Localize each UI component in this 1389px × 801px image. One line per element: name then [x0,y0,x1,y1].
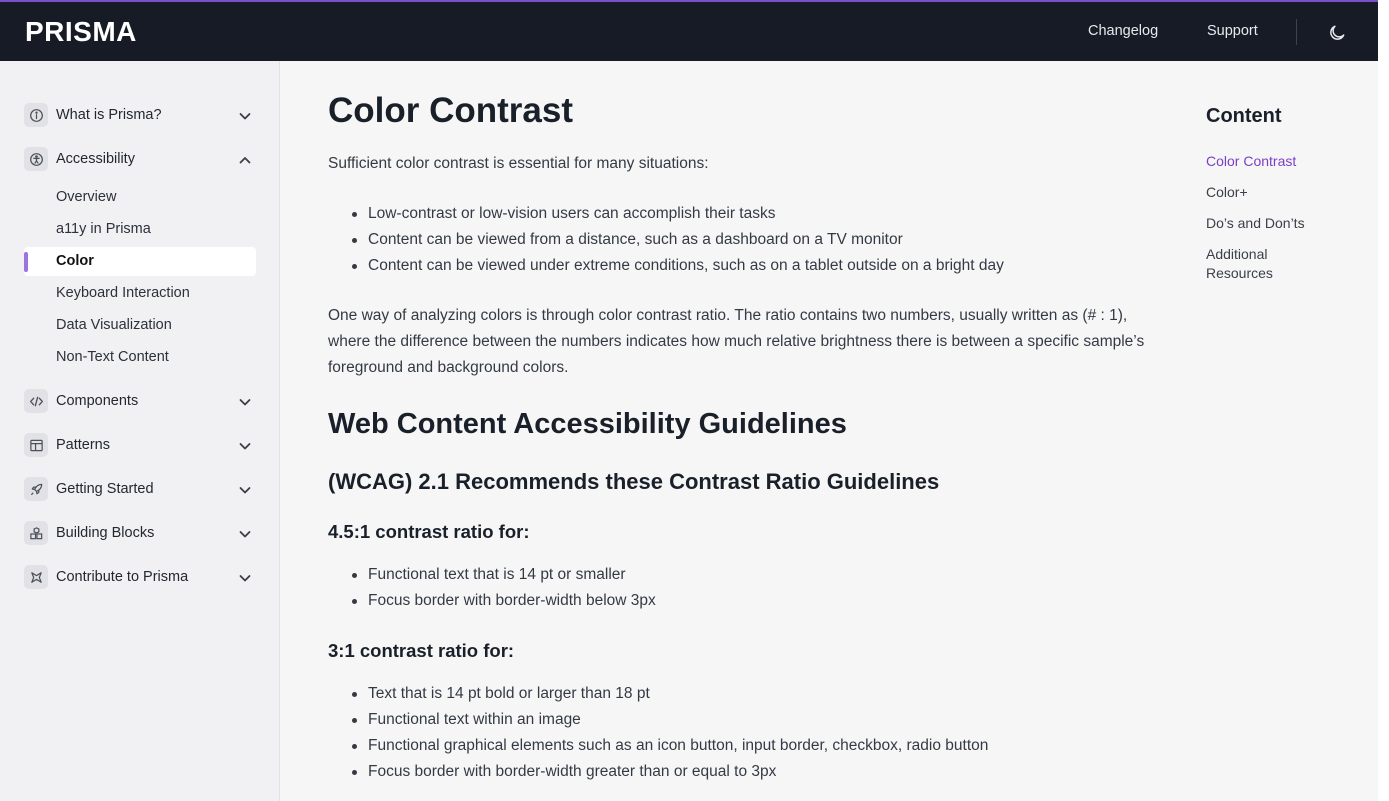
chevron-down-icon [239,575,251,582]
list-item: Content can be viewed from a distance, s… [348,227,1004,253]
list-item: Low-contrast or low-vision users can acc… [348,201,1004,227]
sidebar-item-overview[interactable]: Overview [24,183,256,212]
sidebar-group-accessibility[interactable]: Accessibility [24,143,256,175]
chevron-up-icon [239,157,251,164]
sidebar-item-keyboard-interaction[interactable]: Keyboard Interaction [24,279,256,308]
rocket-icon [24,477,48,501]
chevron-down-icon [239,399,251,406]
sidebar-item-label: Overview [56,189,117,205]
sidebar-group-label: Components [56,393,139,409]
sidebar-item-label: Non-Text Content [56,349,169,365]
window-edge [1378,0,1389,801]
top-navigation-bar: PRISMA Changelog Support [0,2,1378,61]
main-content: Color Contrast Sufficient color contrast… [280,61,1180,801]
list-item: Content can be viewed under extreme cond… [348,253,1004,279]
list-item: Functional graphical elements such as an… [348,733,988,759]
support-link[interactable]: Support [1207,23,1258,39]
sidebar-item-non-text-content[interactable]: Non-Text Content [24,343,256,372]
ratio-3-heading: 3:1 contrast ratio for: [328,640,515,661]
sidebar-navigation: What is Prisma? Accessibility Overview a… [0,61,280,801]
chevron-down-icon [239,113,251,120]
sidebar-group-label: Accessibility [56,151,135,167]
list-item: Functional text within an image [348,707,988,733]
list-item: Focus border with border-width below 3px [348,588,656,614]
layout-icon [24,433,48,457]
sidebar-item-data-visualization[interactable]: Data Visualization [24,311,256,340]
list-item: Text that is 14 pt bold or larger than 1… [348,681,988,707]
ratio-45-list: Functional text that is 14 pt or smaller… [348,562,656,614]
ratio-45-heading: 4.5:1 contrast ratio for: [328,521,530,542]
chevron-down-icon [239,531,251,538]
toc-title: Content [1206,105,1282,127]
sidebar-group-label: Patterns [56,437,110,453]
code-icon [24,389,48,413]
sidebar-group-getting-started[interactable]: Getting Started [24,473,256,505]
sidebar-group-building-blocks[interactable]: Building Blocks [24,517,256,549]
app-window: PRISMA Changelog Support What is Prisma?… [0,0,1378,801]
list-item: Focus border with border-width greater t… [348,759,988,785]
list-item: Functional text that is 14 pt or smaller [348,562,656,588]
header-divider [1296,19,1297,45]
contribute-icon [24,565,48,589]
ratio-3-list: Text that is 14 pt bold or larger than 1… [348,681,988,785]
accessibility-icon [24,147,48,171]
sidebar-group-what-is-prisma[interactable]: What is Prisma? [24,99,256,131]
sidebar-group-label: What is Prisma? [56,107,162,123]
situations-list: Low-contrast or low-vision users can acc… [348,201,1004,279]
blocks-icon [24,521,48,545]
toc-link-dos-and-donts[interactable]: Do’s and Don’ts [1206,214,1356,233]
sidebar-item-color[interactable]: Color [24,247,256,276]
page-title: Color Contrast [328,91,573,130]
chevron-down-icon [239,487,251,494]
sidebar-group-label: Building Blocks [56,525,155,541]
wcag-heading: Web Content Accessibility Guidelines [328,408,847,440]
sidebar-item-label: Keyboard Interaction [56,285,190,301]
toc-link-color-plus[interactable]: Color+ [1206,183,1356,202]
toc-link-color-contrast[interactable]: Color Contrast [1206,152,1356,171]
chevron-down-icon [239,443,251,450]
toc-link-additional-resources[interactable]: Additional Resources [1206,245,1286,283]
moon-icon[interactable] [1327,23,1347,43]
changelog-link[interactable]: Changelog [1088,23,1158,39]
sidebar-group-patterns[interactable]: Patterns [24,429,256,461]
info-icon [24,103,48,127]
sidebar-item-label: Data Visualization [56,317,172,333]
sidebar-group-label: Getting Started [56,481,154,497]
ratio-paragraph: One way of analyzing colors is through c… [328,307,1145,376]
wcag-subheading: (WCAG) 2.1 Recommends these Contrast Rat… [328,469,940,494]
intro-paragraph: Sufficient color contrast is essential f… [328,155,709,172]
prisma-logo[interactable]: PRISMA [25,16,137,48]
sidebar-group-components[interactable]: Components [24,385,256,417]
sidebar-group-label: Contribute to Prisma [56,569,189,585]
sidebar-item-label: Color [56,253,94,269]
sidebar-item-label: a11y in Prisma [56,221,151,237]
sidebar-item-a11y-in-prisma[interactable]: a11y in Prisma [24,215,256,244]
sidebar-group-contribute[interactable]: Contribute to Prisma [24,561,256,593]
